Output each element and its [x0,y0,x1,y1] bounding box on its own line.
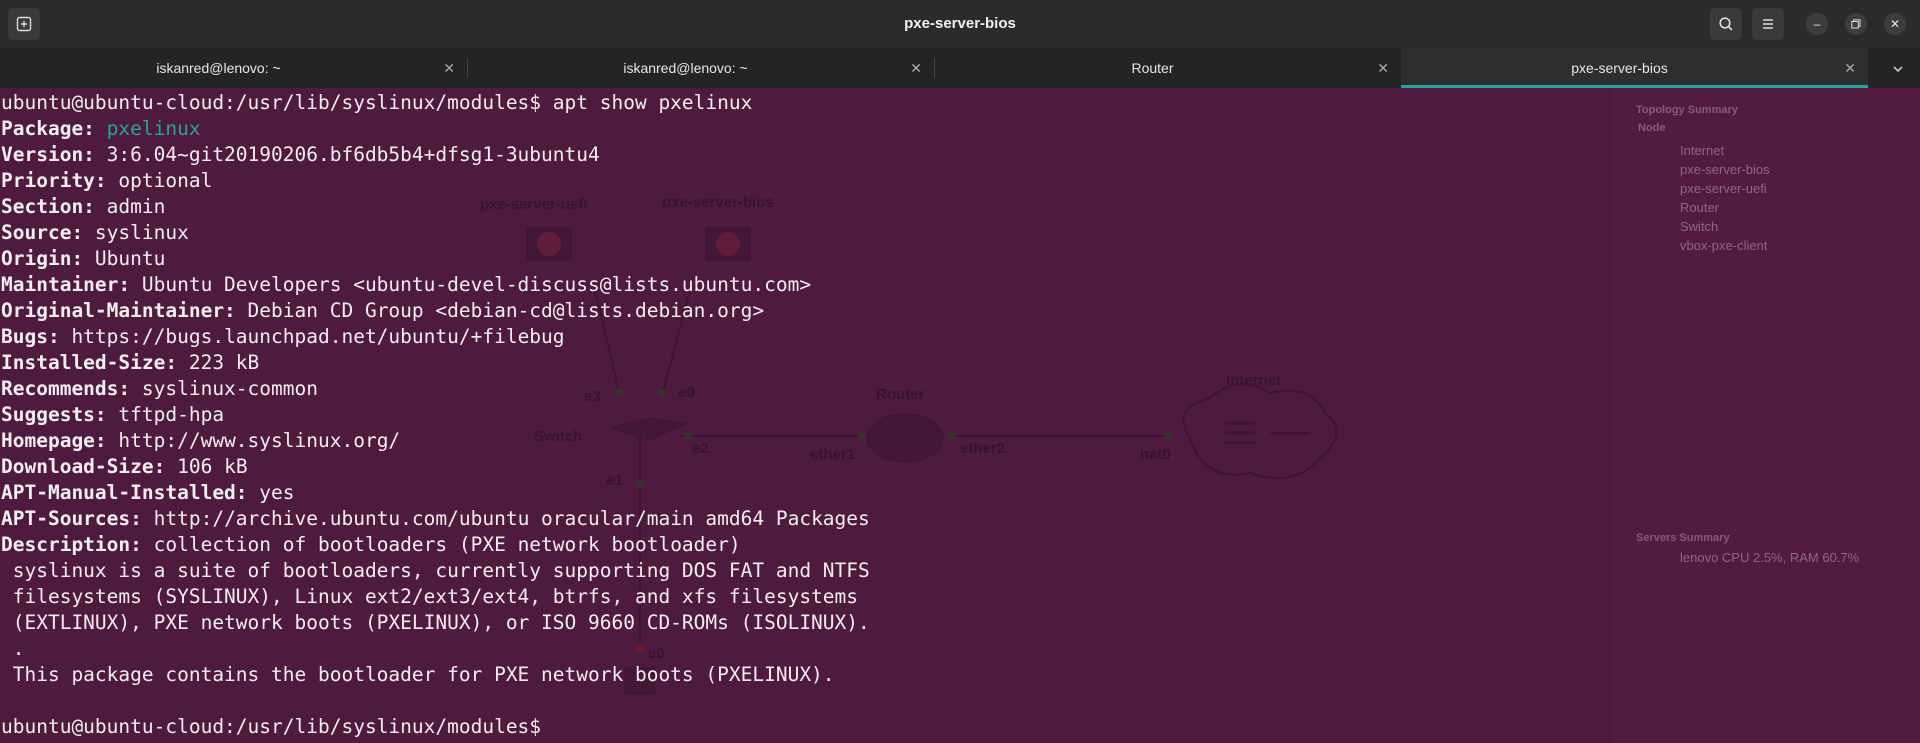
field-key: Original-Maintainer: [1,299,236,322]
field-value: syslinux [83,221,189,244]
field-value: https://bugs.launchpad.net/ubuntu/+fileb… [59,325,565,348]
field-value: collection of bootloaders (PXE network b… [141,533,741,556]
field-value: yes [247,481,295,504]
field-value: 106 kB [165,455,248,478]
field-key: Bugs: [1,325,60,348]
tab-label: pxe-server-bios [1571,60,1668,76]
description-line: syslinux is a suite of bootloaders, curr… [1,559,870,582]
port-label: nat0 [1140,446,1171,463]
tab-4-active[interactable]: pxe-server-bios ✕ [1401,48,1868,88]
field-value: Ubuntu [83,247,166,270]
description-line: This package contains the bootloader for… [1,663,835,686]
tab-label: iskanred@lenovo: ~ [156,60,281,76]
shell-prompt: ubuntu@ubuntu-cloud:/usr/lib/syslinux/mo… [1,91,542,114]
field-value: 223 kB [177,351,260,374]
field-value: 3:6.04~git20190206.bf6db5b4+dfsg1-3ubunt… [94,143,600,166]
field-key: Origin: [1,247,84,270]
close-tab-icon[interactable]: ✕ [910,48,922,88]
topology-item: pxe-server-uefi [1680,181,1767,196]
field-key: Maintainer: [1,273,131,296]
tab-2[interactable]: iskanred@lenovo: ~ ✕ [467,48,934,88]
topology-item: Internet [1680,143,1725,158]
description-line: filesystems (SYSLINUX), Linux ext2/ext3/… [1,585,859,608]
terminal-view[interactable]: pxe-server-uefi pxe-server-bios Router I… [0,88,1920,743]
chevron-down-icon[interactable] [1892,48,1904,88]
field-key: Version: [1,143,95,166]
maximize-icon[interactable] [1845,13,1867,35]
minimize-icon[interactable]: – [1806,13,1828,35]
field-value: optional [106,169,213,192]
hamburger-menu-icon[interactable] [1752,8,1784,40]
field-key: Installed-Size: [1,351,178,374]
field-value: admin [94,195,166,218]
tab-label: Router [1131,60,1174,76]
servers-summary-title: Servers Summary [1636,532,1730,544]
topology-item: vbox-pxe-client [1680,238,1768,253]
field-value: Ubuntu Developers <ubuntu-devel-discuss@… [130,273,812,296]
topology-summary-title: Topology Summary [1636,104,1738,116]
field-key: Recommends: [1,377,131,400]
field-key: Homepage: [1,429,107,452]
tab-3[interactable]: Router ✕ [934,48,1401,88]
close-icon[interactable]: ✕ [1884,13,1906,35]
topology-summary-column: Node [1638,122,1666,134]
tab-1[interactable]: iskanred@lenovo: ~ ✕ [0,48,467,88]
window-title: pxe-server-bios [904,15,1016,32]
field-key: Priority: [1,169,107,192]
field-key: Download-Size: [1,455,166,478]
description-line: (EXTLINUX), PXE network boots (PXELINUX)… [1,611,870,634]
description-line: . [1,637,25,660]
tab-label: iskanred@lenovo: ~ [623,60,748,76]
field-key: Description: [1,533,142,556]
field-key: Source: [1,221,84,244]
server-item: lenovo CPU 2.5%, RAM 60.7% [1680,550,1860,565]
field-value: tftpd-hpa [106,403,225,426]
field-value: http://archive.ubuntu.com/ubuntu oracula… [141,507,870,530]
field-value: pxelinux [94,117,201,140]
field-key: Section: [1,195,95,218]
shell-prompt: ubuntu@ubuntu-cloud:/usr/lib/syslinux/mo… [1,715,542,738]
field-value: syslinux-common [130,377,318,400]
shell-command: apt show pxelinux [541,91,753,114]
field-key: APT-Sources: [1,507,142,530]
title-bar: pxe-server-bios – ✕ [0,0,1920,48]
tab-bar: iskanred@lenovo: ~ ✕ iskanred@lenovo: ~ … [0,48,1920,88]
topology-item: pxe-server-bios [1680,162,1770,177]
field-value: http://www.syslinux.org/ [106,429,401,452]
field-key: Suggests: [1,403,107,426]
close-tab-icon[interactable]: ✕ [1844,48,1856,88]
close-tab-icon[interactable]: ✕ [1377,48,1389,88]
terminal-output[interactable]: ubuntu@ubuntu-cloud:/usr/lib/syslinux/mo… [1,90,870,740]
node-label: Router [876,386,925,403]
field-key: Package: [1,117,95,140]
node-label: Internet [1226,372,1282,389]
close-tab-icon[interactable]: ✕ [443,48,455,88]
topology-item: Switch [1680,219,1719,234]
field-value: Debian CD Group <debian-cd@lists.debian.… [235,299,765,322]
field-key: APT-Manual-Installed: [1,481,248,504]
search-icon[interactable] [1710,8,1742,40]
topology-item: Router [1680,200,1720,215]
port-label: ether2 [960,440,1006,457]
